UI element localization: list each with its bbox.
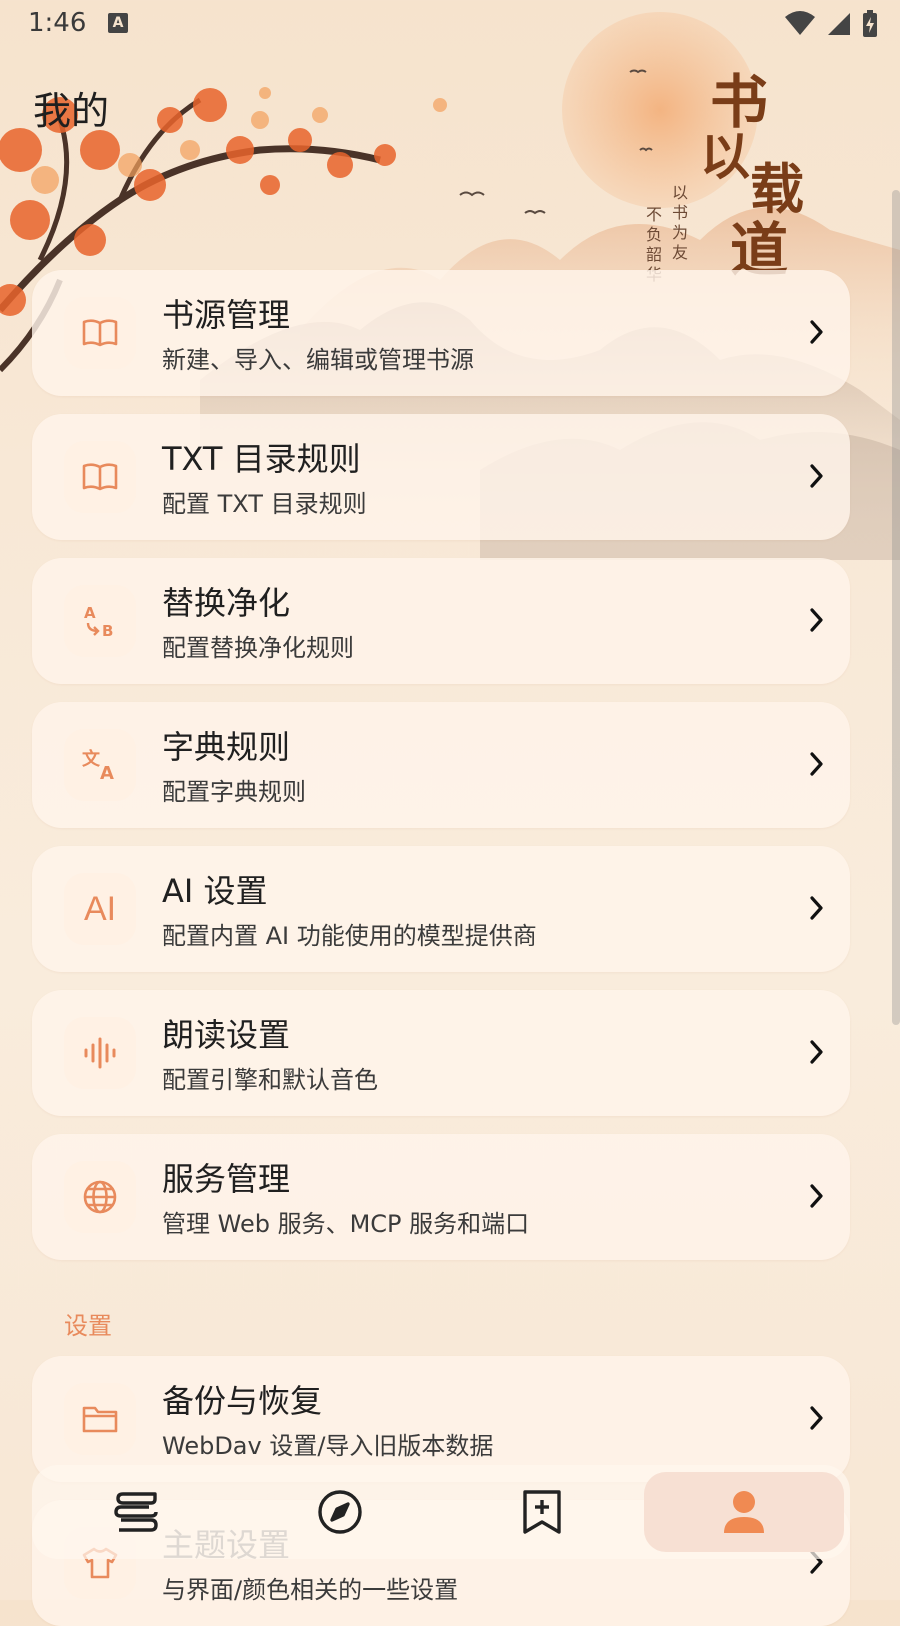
replace-ab-icon: A B <box>64 585 136 657</box>
calligraphy-main-2: 以 <box>700 127 750 186</box>
item-subtitle: 新建、导入、编辑或管理书源 <box>162 346 474 374</box>
chevron-right-icon <box>810 1184 823 1208</box>
status-time: 1:46 <box>28 8 87 38</box>
nav-rss[interactable] <box>442 1472 642 1552</box>
list-item-dictionary-rules[interactable]: 文 A 字典规则 配置字典规则 <box>32 702 850 828</box>
translate-icon: 文 A <box>64 729 136 801</box>
calligraphy-side-1: 以书为友 <box>672 183 689 262</box>
calligraphy-banner: 书 以 载 道 以书为友 不负韶华 <box>640 55 840 284</box>
svg-text:A: A <box>100 763 114 784</box>
bookshelf-icon <box>114 1492 158 1532</box>
item-subtitle: WebDav 设置/导入旧版本数据 <box>162 1432 494 1460</box>
scrollbar[interactable] <box>892 190 900 1025</box>
item-title: 书源管理 <box>162 296 291 334</box>
wifi-icon <box>785 11 815 35</box>
item-subtitle: 配置引擎和默认音色 <box>162 1066 378 1094</box>
item-title: 朗读设置 <box>162 1016 291 1054</box>
chevron-right-icon <box>810 1406 823 1430</box>
item-title: 替换净化 <box>162 584 291 622</box>
status-icons <box>784 10 878 38</box>
svg-text:文: 文 <box>82 748 101 770</box>
globe-icon <box>64 1161 136 1233</box>
item-title: AI 设置 <box>162 872 268 910</box>
svg-text:B: B <box>102 622 113 640</box>
item-subtitle: 配置 TXT 目录规则 <box>162 490 367 518</box>
section-label-settings: 设置 <box>64 1312 112 1340</box>
chevron-right-icon <box>810 896 823 920</box>
list-item-replace-purify[interactable]: A B 替换净化 配置替换净化规则 <box>32 558 850 684</box>
nav-bookshelf[interactable] <box>36 1472 236 1552</box>
chevron-right-icon <box>810 320 823 344</box>
folder-icon <box>64 1383 136 1455</box>
nav-discover[interactable] <box>240 1472 440 1552</box>
item-subtitle: 配置替换净化规则 <box>162 634 354 662</box>
chevron-right-icon <box>810 1040 823 1064</box>
list-item-ai-settings[interactable]: AI AI 设置 配置内置 AI 功能使用的模型提供商 <box>32 846 850 972</box>
person-icon <box>724 1491 764 1533</box>
compass-icon <box>318 1490 362 1534</box>
item-title: 备份与恢复 <box>162 1382 323 1420</box>
list-item-read-aloud-settings[interactable]: 朗读设置 配置引擎和默认音色 <box>32 990 850 1116</box>
svg-text:A: A <box>84 604 96 622</box>
list-item-book-source[interactable]: 书源管理 新建、导入、编辑或管理书源 <box>32 270 850 396</box>
bottom-navigation <box>32 1465 850 1559</box>
status-bar: 1:46 A <box>0 0 900 48</box>
item-subtitle: 管理 Web 服务、MCP 服务和端口 <box>162 1210 530 1238</box>
list-item-service-management[interactable]: 服务管理 管理 Web 服务、MCP 服务和端口 <box>32 1134 850 1260</box>
item-title: 字典规则 <box>162 728 291 766</box>
item-subtitle: 配置字典规则 <box>162 778 306 806</box>
ai-icon: AI <box>64 873 136 945</box>
battery-charging-icon <box>863 10 877 37</box>
nav-my[interactable] <box>644 1472 844 1552</box>
list-item-txt-toc-rules[interactable]: TXT 目录规则 配置 TXT 目录规则 <box>32 414 850 540</box>
chevron-right-icon <box>810 464 823 488</box>
chevron-right-icon <box>810 752 823 776</box>
bookmark-add-icon <box>523 1490 561 1534</box>
cell-signal-icon <box>828 13 850 35</box>
book-open-icon <box>64 297 136 369</box>
list-item-backup-restore[interactable]: 备份与恢复 WebDav 设置/导入旧版本数据 <box>32 1356 850 1482</box>
item-subtitle: 配置内置 AI 功能使用的模型提供商 <box>162 922 537 950</box>
keyboard-a-icon: A <box>108 13 128 33</box>
chevron-right-icon <box>810 608 823 632</box>
voice-wave-icon <box>64 1017 136 1089</box>
item-title: 服务管理 <box>162 1160 291 1198</box>
item-title: TXT 目录规则 <box>162 440 361 478</box>
page-title: 我的 <box>33 89 110 133</box>
book-open-icon <box>64 441 136 513</box>
ai-icon-text: AI <box>83 889 117 928</box>
